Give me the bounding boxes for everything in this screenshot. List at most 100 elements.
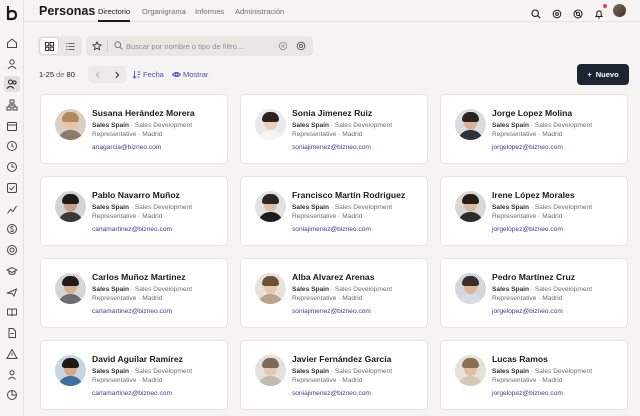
- clock-icon[interactable]: [6, 140, 18, 152]
- warning-icon[interactable]: [6, 348, 18, 360]
- person-email[interactable]: jorgelopez@bizneo.com: [492, 390, 563, 397]
- avatar[interactable]: [255, 109, 286, 140]
- time-icon[interactable]: [6, 161, 18, 173]
- person-email[interactable]: soniajimenez@bizneo.com: [292, 308, 371, 315]
- tasks-icon[interactable]: [6, 182, 18, 194]
- person-card[interactable]: Francisco Martín Rodriguez Sales Spain · …: [240, 176, 428, 246]
- avatar[interactable]: [455, 109, 486, 140]
- grid-view-button[interactable]: [40, 38, 58, 54]
- show-options-button[interactable]: Mostrar: [172, 70, 208, 79]
- help-icon[interactable]: [573, 6, 583, 19]
- person-email[interactable]: soniajimenez@bizneo.com: [292, 390, 371, 397]
- person-department: Sales Spain · Sales Development: [292, 122, 392, 129]
- learning-icon[interactable]: [6, 306, 18, 318]
- tab-directorio[interactable]: Directorio: [98, 7, 130, 16]
- money-icon[interactable]: [6, 223, 18, 235]
- avatar[interactable]: [455, 191, 486, 222]
- person-role: Representative · Madrid: [92, 213, 163, 220]
- chevron-right-icon: [114, 71, 119, 78]
- person-role: Representative · Madrid: [492, 295, 563, 302]
- people-icon[interactable]: [4, 76, 20, 92]
- search-icon[interactable]: [531, 6, 541, 19]
- next-page-button[interactable]: [107, 66, 126, 83]
- person-card[interactable]: Javier Fernández García Sales Spain · Sal…: [240, 340, 428, 410]
- person-role: Representative · Madrid: [492, 377, 563, 384]
- person-email[interactable]: anagarcia@bizneo.com: [92, 144, 161, 151]
- team-name: · Sales Development: [130, 204, 193, 211]
- person-email[interactable]: soniajimenez@bizneo.com: [292, 226, 371, 233]
- org-icon[interactable]: [6, 99, 18, 111]
- person-name[interactable]: Sonia Jimenez Ruiz: [292, 108, 372, 118]
- person-icon[interactable]: [6, 369, 18, 381]
- person-card[interactable]: Sonia Jimenez Ruiz Sales Spain · Sales De…: [240, 94, 428, 164]
- department-name: Sales Spain: [292, 286, 330, 293]
- apps-icon[interactable]: [552, 6, 562, 19]
- avatar[interactable]: [55, 109, 86, 140]
- person-card[interactable]: Irene López Morales Sales Spain · Sales D…: [440, 176, 628, 246]
- person-email[interactable]: jorgelopez@bizneo.com: [492, 144, 563, 151]
- person-card[interactable]: Pedro Martínez Cruz Sales Spain · Sales D…: [440, 258, 628, 328]
- person-email[interactable]: soniajimenez@bizneo.com: [292, 144, 371, 151]
- person-card[interactable]: David Aguilar Ramírez Sales Spain · Sales…: [40, 340, 228, 410]
- new-person-button[interactable]: + Nuevo: [577, 64, 629, 85]
- search-input[interactable]: [126, 39, 276, 53]
- person-name[interactable]: Alba Alvarez Arenas: [292, 272, 374, 282]
- tab-organigrama[interactable]: Organigrama: [142, 7, 186, 16]
- avatar[interactable]: [455, 273, 486, 304]
- person-email[interactable]: jorgelopez@bizneo.com: [492, 226, 563, 233]
- department-name: Sales Spain: [292, 204, 330, 211]
- avatar[interactable]: [55, 355, 86, 386]
- person-name[interactable]: Susana Herández Morera: [92, 108, 195, 118]
- team-name: · Sales Development: [530, 368, 593, 375]
- avatar[interactable]: [55, 273, 86, 304]
- person-name[interactable]: Javier Fernández García: [292, 354, 391, 364]
- docs-icon[interactable]: [6, 327, 18, 339]
- prev-page-button[interactable]: [88, 66, 107, 83]
- person-card[interactable]: Pablo Navarro Muñoz Sales Spain · Sales D…: [40, 176, 228, 246]
- chart-icon[interactable]: [6, 203, 18, 215]
- person-name[interactable]: Lucas Ramos: [492, 354, 548, 364]
- avatar[interactable]: [255, 191, 286, 222]
- avatar[interactable]: [255, 273, 286, 304]
- person-name[interactable]: Francisco Martín Rodriguez: [292, 190, 405, 200]
- person-name[interactable]: Irene López Morales: [492, 190, 575, 200]
- calendar-icon[interactable]: [6, 120, 18, 132]
- sort-date-button[interactable]: Fecha: [132, 70, 164, 79]
- person-email[interactable]: carlamartinez@bizneo.com: [92, 308, 172, 315]
- person-email[interactable]: carlamartinez@bizneo.com: [92, 226, 172, 233]
- target-icon[interactable]: [6, 244, 18, 256]
- bell-icon[interactable]: [594, 6, 604, 19]
- cap-icon[interactable]: [6, 265, 18, 277]
- person-name[interactable]: Pablo Navarro Muñoz: [92, 190, 180, 200]
- search-bar: [86, 36, 313, 56]
- person-card[interactable]: Alba Alvarez Arenas Sales Spain · Sales D…: [240, 258, 428, 328]
- person-card[interactable]: Lucas Ramos Sales Spain · Sales Developme…: [440, 340, 628, 410]
- person-card[interactable]: Susana Herández Morera Sales Spain · Sale…: [40, 94, 228, 164]
- avatar[interactable]: [455, 355, 486, 386]
- close-icon[interactable]: [279, 42, 287, 50]
- person-name[interactable]: Carlos Muñoz Martinez: [92, 272, 186, 282]
- person-name[interactable]: Pedro Martínez Cruz: [492, 272, 575, 282]
- person-department: Sales Spain · Sales Development: [92, 122, 192, 129]
- avatar[interactable]: [255, 355, 286, 386]
- person-email[interactable]: jorgelopez@bizneo.com: [492, 308, 563, 315]
- filter-settings-icon[interactable]: [296, 41, 306, 51]
- bizneo-logo[interactable]: [5, 6, 19, 22]
- user-avatar[interactable]: [613, 4, 626, 17]
- list-view-button[interactable]: [61, 38, 79, 54]
- home-icon[interactable]: [6, 37, 18, 49]
- view-toggle: [38, 36, 82, 56]
- person-card[interactable]: Carlos Muñoz Martinez Sales Spain · Sales…: [40, 258, 228, 328]
- avatar[interactable]: [55, 191, 86, 222]
- pie-icon[interactable]: [6, 389, 18, 401]
- person-card[interactable]: Jorge Lopez Molina Sales Spain · Sales De…: [440, 94, 628, 164]
- tab-informes[interactable]: Informes: [195, 7, 224, 16]
- person-name[interactable]: Jorge Lopez Molina: [492, 108, 572, 118]
- star-icon[interactable]: [92, 41, 102, 51]
- travel-icon[interactable]: [6, 286, 18, 298]
- person-email[interactable]: carlamartinez@bizneo.com: [92, 390, 172, 397]
- person-name[interactable]: David Aguilar Ramírez: [92, 354, 183, 364]
- person-department: Sales Spain · Sales Development: [92, 368, 192, 375]
- tab-administracion[interactable]: Administración: [235, 7, 284, 16]
- profile-icon[interactable]: [6, 58, 18, 70]
